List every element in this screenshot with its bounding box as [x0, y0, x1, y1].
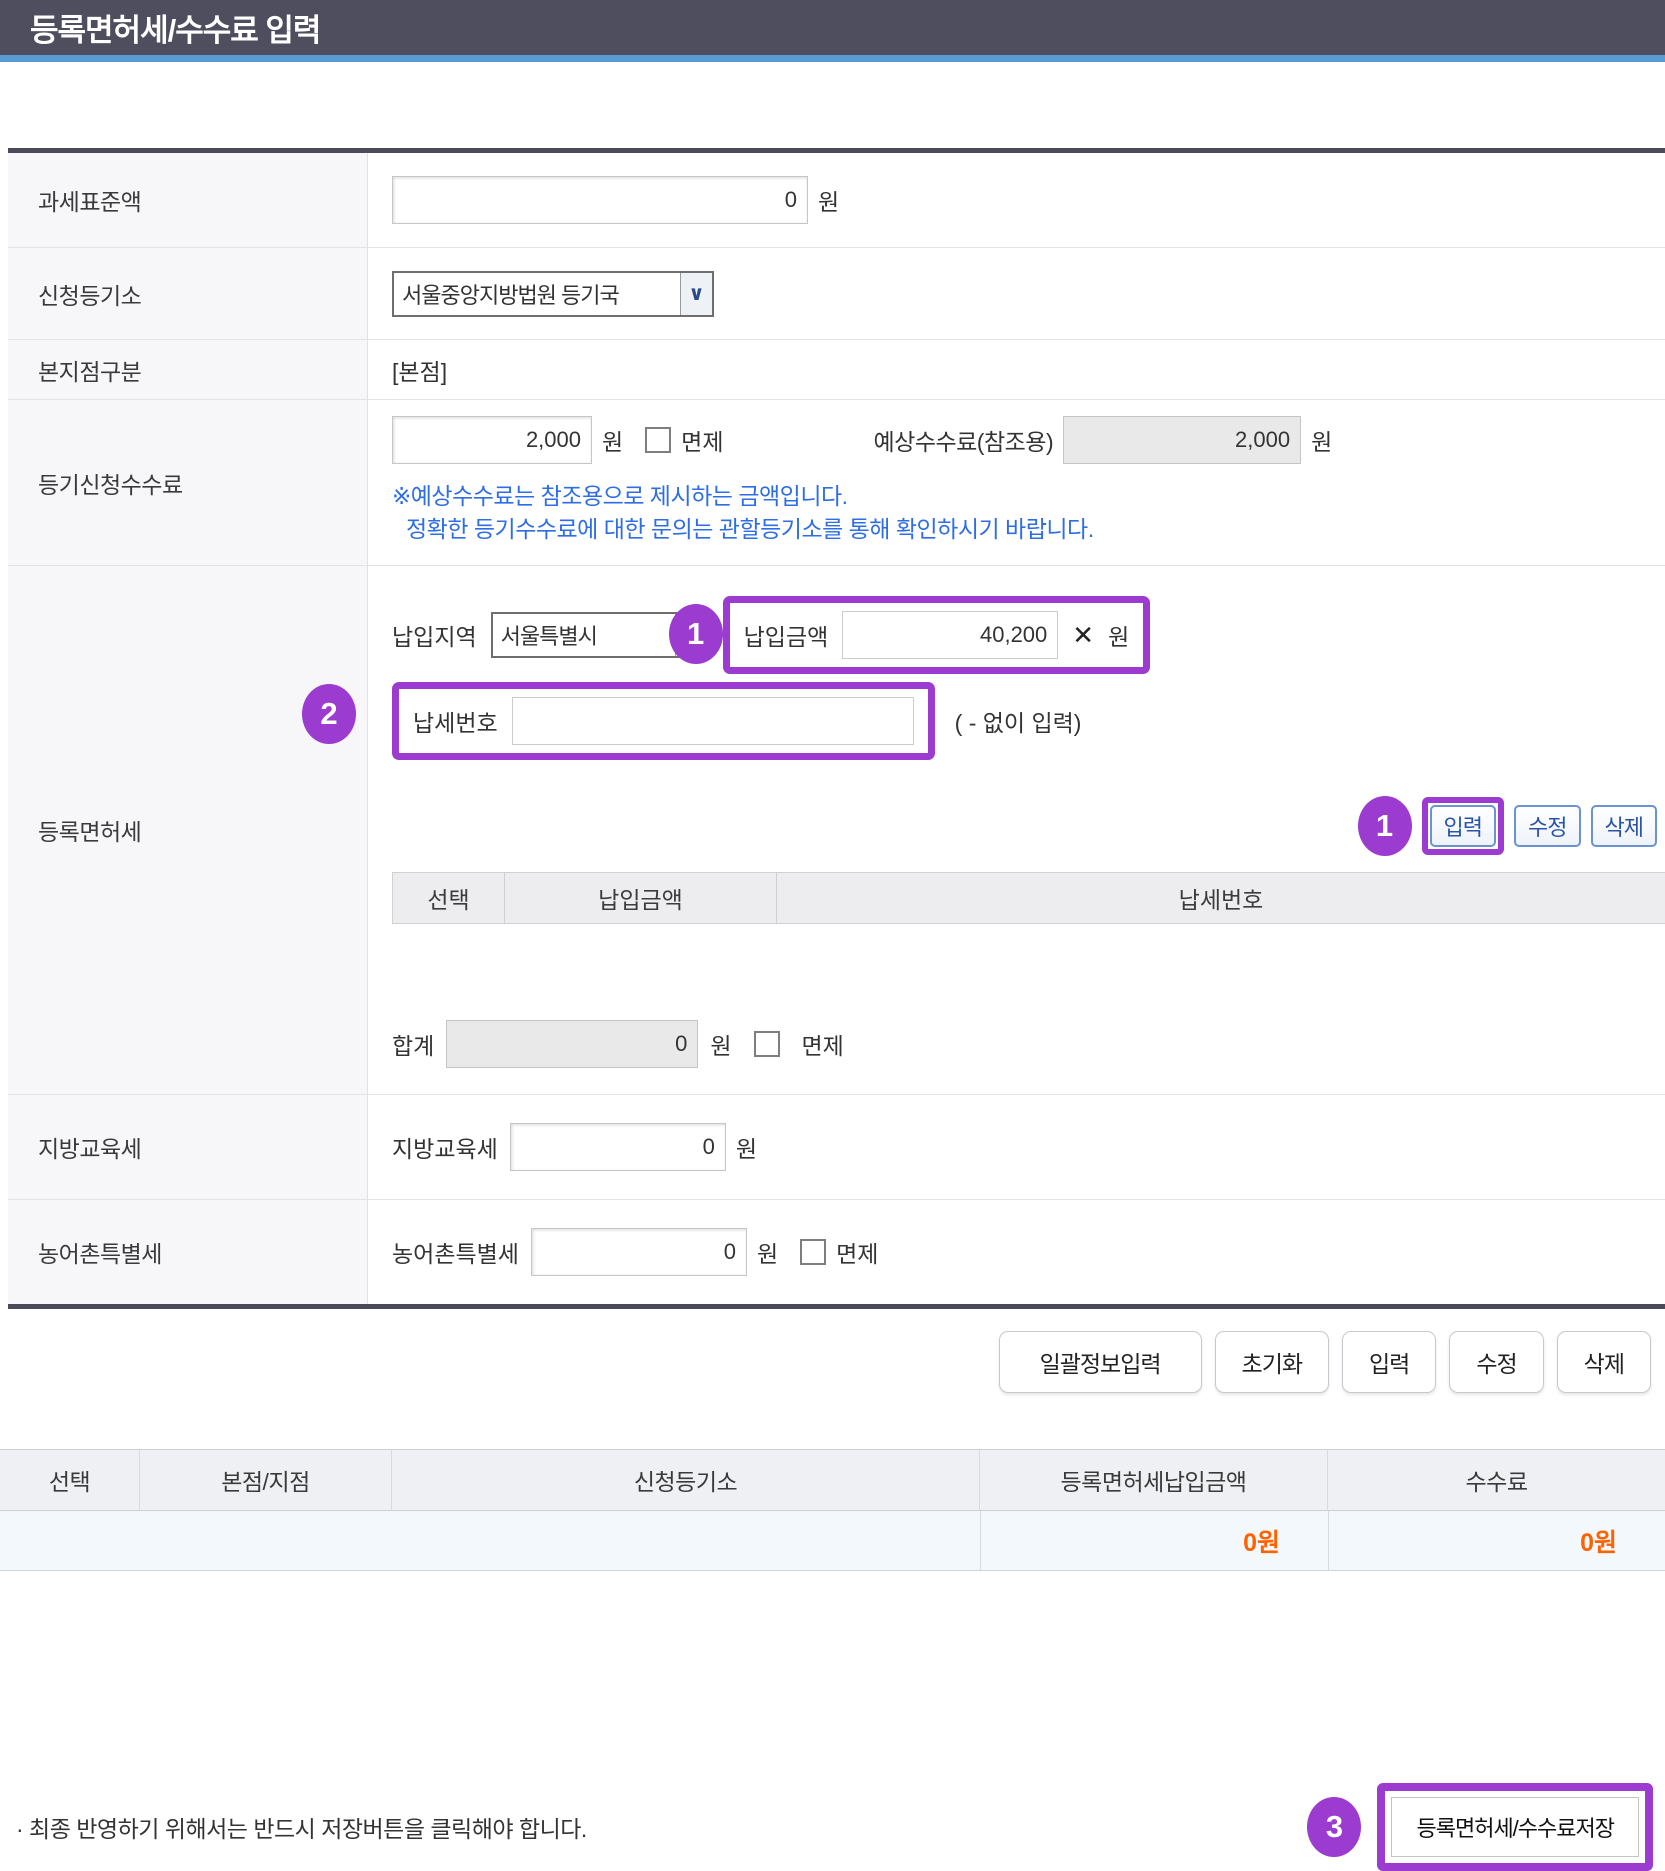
summary-col-fee: 수수료	[1328, 1450, 1665, 1510]
tax-number-label: 납세번호	[413, 704, 498, 738]
pay-amount-unit: 원	[1108, 618, 1129, 652]
local-edu-tax-unit: 원	[736, 1130, 757, 1164]
summary-cell-fee: 0원	[1328, 1511, 1665, 1570]
tax-base-label: 과세표준액	[8, 153, 368, 247]
reset-button[interactable]: 초기화	[1215, 1331, 1329, 1393]
summary-cell-select	[0, 1511, 140, 1570]
total-unit: 원	[710, 1027, 731, 1061]
tax-base-input[interactable]	[392, 176, 808, 224]
edit-button[interactable]: 수정	[1449, 1331, 1543, 1393]
estimate-fee-label: 예상수수료(참조용)	[874, 423, 1054, 457]
rural-tax-field-label: 농어촌특별세	[392, 1235, 519, 1269]
input-button-highlight-box: 입력	[1422, 797, 1504, 855]
estimate-fee-unit: 원	[1311, 423, 1332, 457]
tax-base-unit: 원	[818, 183, 839, 217]
license-tax-table: 선택 납입금액 납세번호	[392, 872, 1665, 1020]
rural-tax-exempt-label: 면제	[836, 1235, 878, 1269]
step-badge-1: 1	[669, 604, 723, 664]
fee-note-line1: ※예상수수료는 참조용으로 제시하는 금액입니다.	[392, 480, 1665, 513]
pay-amount-input[interactable]	[842, 611, 1058, 659]
row-local-edu-tax: 지방교육세 지방교육세 원	[8, 1095, 1665, 1200]
step-badge-2: 2	[302, 684, 356, 744]
rural-tax-unit: 원	[757, 1235, 778, 1269]
registration-fee-input[interactable]	[392, 416, 592, 464]
row-rural-tax: 농어촌특별세 농어촌특별세 원 면제	[8, 1200, 1665, 1304]
license-tax-input-button[interactable]: 입력	[1430, 805, 1496, 847]
local-edu-tax-input[interactable]	[510, 1123, 726, 1171]
pay-amount-highlight-box: 납입금액 ✕ 원	[723, 596, 1151, 674]
tax-number-hint: ( - 없이 입력)	[955, 704, 1082, 738]
pay-amount-label: 납입금액	[744, 618, 829, 652]
save-button[interactable]: 등록면허세/수수료저장	[1391, 1797, 1639, 1857]
summary-table-row[interactable]: 0원 0원	[0, 1511, 1665, 1571]
total-input	[446, 1020, 698, 1068]
registration-fee-label: 등기신청수수료	[8, 400, 368, 565]
registration-fee-unit: 원	[602, 423, 623, 457]
footer: · 최종 반영하기 위해서는 반드시 저장버튼을 클릭해야 합니다. 3 등록면…	[0, 1783, 1665, 1871]
summary-table-header: 선택 본점/지점 신청등기소 등록면허세납입금액 수수료	[0, 1449, 1665, 1511]
registry-office-selected: 서울중앙지방법원 등기국	[394, 278, 627, 310]
save-button-highlight-box: 등록면허세/수수료저장	[1377, 1783, 1653, 1871]
local-edu-tax-label: 지방교육세	[8, 1095, 368, 1199]
rural-tax-input[interactable]	[531, 1228, 747, 1276]
input-button[interactable]: 입력	[1342, 1331, 1436, 1393]
summary-col-branch: 본점/지점	[140, 1450, 392, 1510]
save-note: · 최종 반영하기 위해서는 반드시 저장버튼을 클릭해야 합니다.	[16, 1810, 587, 1844]
license-tax-edit-button[interactable]: 수정	[1514, 805, 1580, 847]
delete-button[interactable]: 삭제	[1557, 1331, 1651, 1393]
tax-number-highlight-box: 납세번호	[392, 682, 935, 760]
bulk-input-button[interactable]: 일괄정보입력	[999, 1331, 1202, 1393]
col-header-select: 선택	[393, 873, 505, 923]
local-edu-tax-field-label: 지방교육세	[392, 1130, 498, 1164]
summary-col-license-tax-amount: 등록면허세납입금액	[980, 1450, 1328, 1510]
summary-cell-branch	[140, 1511, 392, 1570]
action-button-row: 일괄정보입력 초기화 입력 수정 삭제	[0, 1331, 1651, 1393]
pay-region-label: 납입지역	[392, 618, 477, 652]
clear-amount-icon[interactable]: ✕	[1072, 622, 1094, 648]
registration-fee-exempt-label: 면제	[681, 423, 723, 457]
registry-office-label: 신청등기소	[8, 248, 368, 339]
summary-license-tax-amount-value: 0원	[981, 1523, 1328, 1559]
summary-col-select: 선택	[0, 1450, 140, 1510]
license-tax-table-header: 선택 납입금액 납세번호	[392, 872, 1665, 924]
row-license-tax: 등록면허세 납입지역 서울특별시 ∨ 1 납입금액 ✕	[8, 566, 1665, 1095]
estimate-fee-input	[1063, 416, 1301, 464]
fee-note-line2: 정확한 등기수수료에 대한 문의는 관할등기소를 통해 확인하시기 바랍니다.	[392, 513, 1665, 546]
chevron-down-icon[interactable]: ∨	[680, 273, 712, 315]
license-tax-label: 등록면허세	[8, 566, 368, 1094]
row-branch-type: 본지점구분 [본점]	[8, 340, 1665, 400]
row-tax-base: 과세표준액 원	[8, 153, 1665, 248]
rural-tax-exempt-checkbox[interactable]	[800, 1239, 826, 1265]
step-badge-1: 1	[1358, 796, 1412, 856]
total-exempt-checkbox[interactable]	[754, 1031, 780, 1057]
page: 등록면허세/수수료 입력 과세표준액 원 신청등기소 서울중앙지방법원 등기국 …	[0, 0, 1665, 1871]
title-bar: 등록면허세/수수료 입력	[0, 0, 1665, 62]
summary-fee-value: 0원	[1329, 1523, 1665, 1559]
branch-type-label: 본지점구분	[8, 340, 368, 399]
registration-fee-exempt-checkbox[interactable]	[645, 427, 671, 453]
license-tax-delete-button[interactable]: 삭제	[1591, 805, 1657, 847]
summary-cell-license-tax-amount: 0원	[980, 1511, 1328, 1570]
row-registry-office: 신청등기소 서울중앙지방법원 등기국 ∨	[8, 248, 1665, 340]
col-header-amount: 납입금액	[505, 873, 777, 923]
registry-office-select[interactable]: 서울중앙지방법원 등기국 ∨	[392, 271, 714, 317]
summary-col-registry: 신청등기소	[392, 1450, 980, 1510]
row-registration-fee: 등기신청수수료 원 면제 예상수수료(참조용) 원 ※예상수수료는 참조용으로 …	[8, 400, 1665, 566]
branch-type-value: [본점]	[392, 353, 447, 387]
page-title: 등록면허세/수수료 입력	[30, 5, 320, 50]
license-tax-table-empty-body	[392, 924, 1665, 1020]
total-exempt-label: 면제	[802, 1027, 844, 1061]
step-badge-3: 3	[1307, 1797, 1361, 1857]
fee-note: ※예상수수료는 참조용으로 제시하는 금액입니다. 정확한 등기수수료에 대한 …	[392, 480, 1665, 546]
col-header-tax-no: 납세번호	[777, 873, 1665, 923]
total-label: 합계	[392, 1027, 434, 1061]
rural-tax-label: 농어촌특별세	[8, 1200, 368, 1304]
pay-region-selected: 서울특별시	[493, 619, 605, 651]
tax-number-input[interactable]	[512, 697, 914, 745]
main-form-table: 과세표준액 원 신청등기소 서울중앙지방법원 등기국 ∨ 본지점구분 [본점]	[8, 148, 1665, 1309]
summary-table: 선택 본점/지점 신청등기소 등록면허세납입금액 수수료 0원 0원	[0, 1449, 1665, 1571]
summary-cell-registry	[392, 1511, 980, 1570]
